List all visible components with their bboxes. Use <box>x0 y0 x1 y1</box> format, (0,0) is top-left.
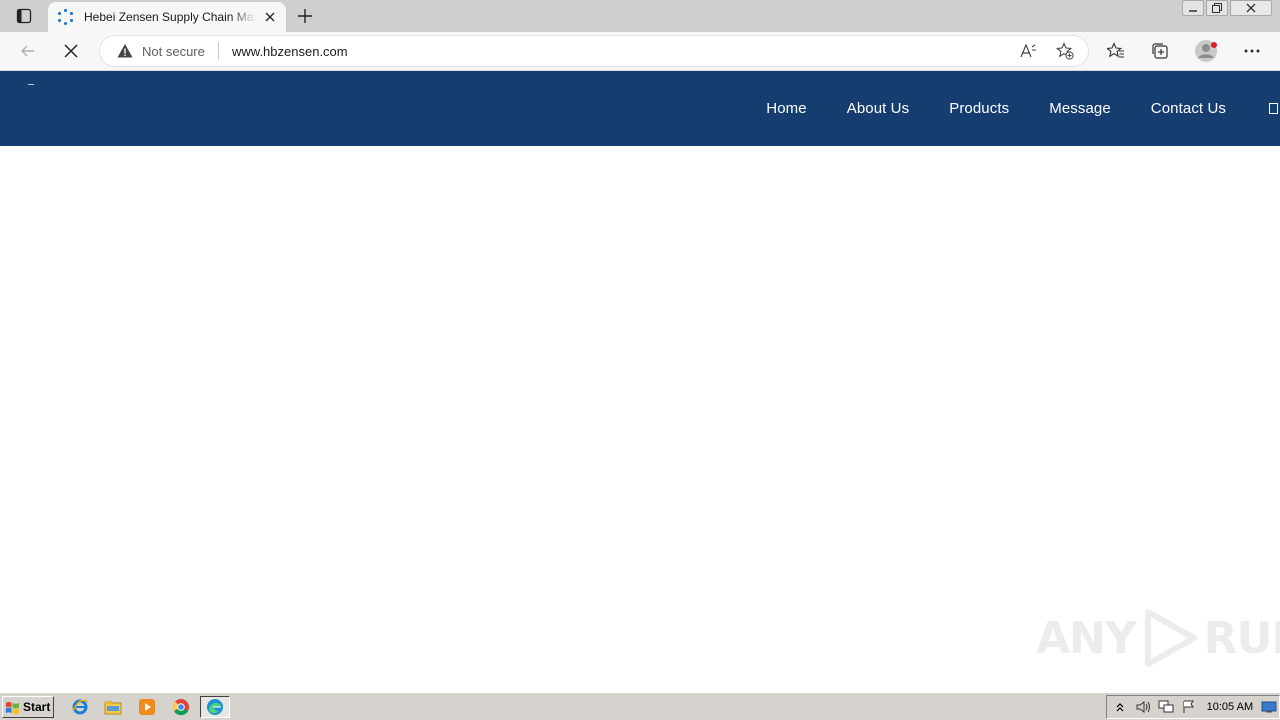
taskbar-media-player[interactable] <box>136 697 158 717</box>
read-aloud-icon <box>1020 43 1036 58</box>
window-close-button[interactable] <box>1230 0 1272 16</box>
warning-icon <box>117 44 133 58</box>
new-tab-button[interactable] <box>294 5 316 27</box>
explorer-icon <box>104 701 122 715</box>
browser-toolbar: Not secure www.hbzensen.com <box>0 32 1280 71</box>
tray-action-center[interactable] <box>1179 699 1199 715</box>
favorites-button[interactable] <box>1102 38 1130 64</box>
taskbar-chrome[interactable] <box>170 697 192 717</box>
url-text[interactable]: www.hbzensen.com <box>232 44 348 59</box>
speaker-icon <box>1136 701 1150 713</box>
anyrun-watermark: ANY RUN <box>1036 606 1280 670</box>
restore-button[interactable] <box>1206 0 1228 16</box>
browser-tab[interactable]: Hebei Zensen Supply Chain Management Co.… <box>48 2 286 32</box>
watermark-left-text: ANY <box>1036 612 1137 664</box>
read-aloud-button[interactable] <box>1019 41 1039 61</box>
more-icon <box>1244 49 1260 53</box>
site-logo[interactable] <box>28 84 34 85</box>
tab-actions-icon <box>16 8 32 24</box>
close-icon <box>1246 3 1256 13</box>
windows-logo-icon <box>5 701 20 714</box>
browser-tab-strip: Hebei Zensen Supply Chain Management Co.… <box>0 0 1280 32</box>
stop-loading-button[interactable] <box>57 38 85 64</box>
window-controls <box>1182 0 1272 16</box>
nav-home[interactable]: Home <box>746 100 826 117</box>
chevron-up-icon <box>1116 703 1124 712</box>
nav-products[interactable]: Products <box>929 100 1029 117</box>
collections-button[interactable] <box>1146 38 1174 64</box>
back-button[interactable] <box>14 38 42 64</box>
collections-icon <box>1152 43 1168 59</box>
tab-close-button[interactable] <box>262 9 278 25</box>
clock[interactable]: 10:05 AM <box>1207 701 1253 713</box>
star-add-icon <box>1056 42 1074 60</box>
monitor-icon <box>1261 701 1277 713</box>
security-status[interactable]: Not secure <box>142 44 205 59</box>
site-header: Home About Us Products Message Contact U… <box>0 71 1280 146</box>
minimize-button[interactable] <box>1182 0 1204 16</box>
nav-contact-us[interactable]: Contact Us <box>1131 100 1246 117</box>
tray-expand-button[interactable] <box>1110 699 1130 715</box>
close-icon <box>265 12 275 22</box>
show-desktop-button[interactable] <box>1259 699 1279 715</box>
avatar-icon <box>1195 40 1217 62</box>
watermark-right-text: RUN <box>1203 612 1280 664</box>
edge-icon <box>207 699 223 715</box>
add-favorite-button[interactable] <box>1055 41 1075 61</box>
taskbar-edge[interactable] <box>200 696 230 718</box>
network-icon <box>1158 700 1174 713</box>
start-label: Start <box>23 700 51 714</box>
tray-network[interactable] <box>1156 699 1176 715</box>
stop-icon <box>64 44 78 58</box>
settings-menu-button[interactable] <box>1238 38 1266 64</box>
loading-spinner-icon <box>58 9 74 25</box>
media-player-icon <box>139 699 155 715</box>
address-divider <box>218 42 219 60</box>
nav-about-us[interactable]: About Us <box>827 100 930 117</box>
profile-button[interactable] <box>1192 38 1220 64</box>
taskbar-ie[interactable] <box>69 697 91 717</box>
ie-icon <box>72 699 89 715</box>
site-nav: Home About Us Products Message Contact U… <box>746 71 1280 146</box>
tab-title: Hebei Zensen Supply Chain Management Co.… <box>84 10 256 24</box>
flag-icon <box>1183 700 1194 713</box>
favorites-icon <box>1107 42 1124 58</box>
start-button[interactable]: Start <box>2 696 54 718</box>
tab-actions-button[interactable] <box>8 4 40 28</box>
restore-icon <box>1212 3 1222 13</box>
taskbar-explorer[interactable] <box>102 697 124 717</box>
minimize-icon <box>1189 10 1197 12</box>
taskbar: Start 10:05 AM <box>0 692 1280 720</box>
plus-icon <box>298 9 312 23</box>
system-tray: 10:05 AM <box>1106 695 1280 719</box>
tray-volume[interactable] <box>1133 699 1153 715</box>
address-bar[interactable]: Not secure www.hbzensen.com <box>100 36 1088 66</box>
nav-message[interactable]: Message <box>1029 100 1131 117</box>
chrome-icon <box>172 699 189 716</box>
search-toggle-icon[interactable] <box>1269 103 1278 114</box>
back-arrow-icon <box>21 45 34 57</box>
play-logo-icon <box>1144 609 1197 667</box>
